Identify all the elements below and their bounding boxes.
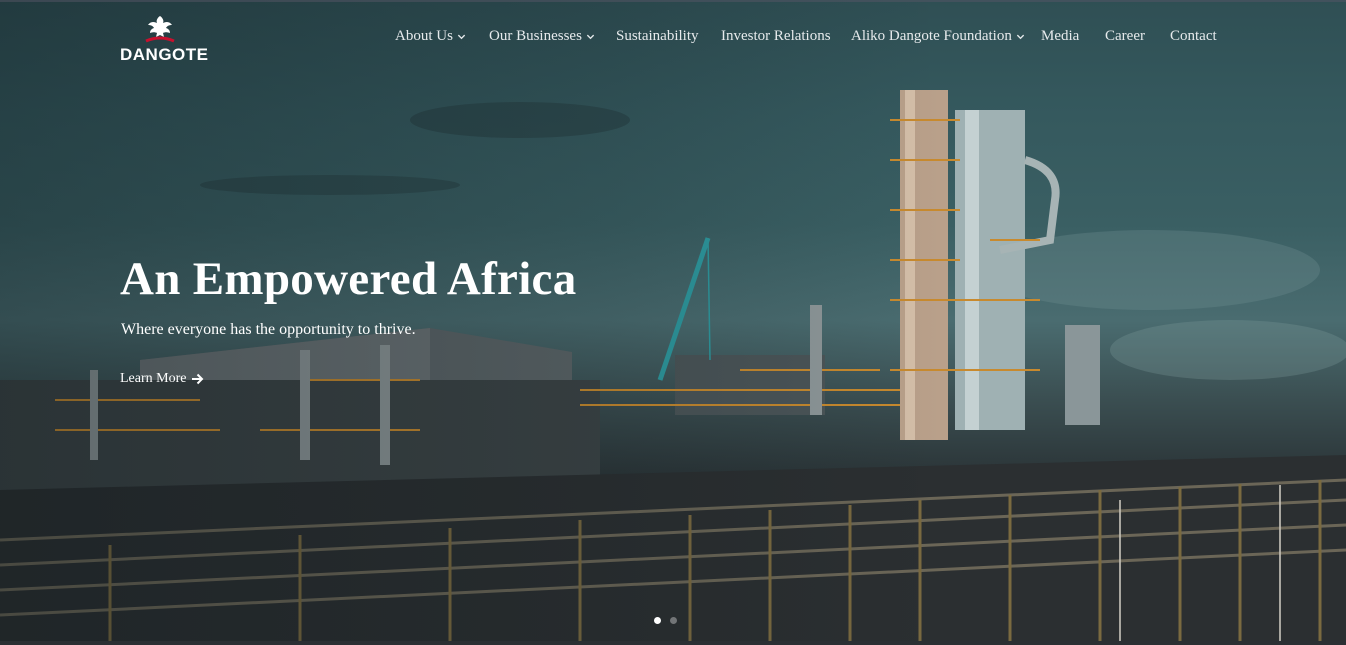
learn-more-label: Learn More [120, 371, 187, 386]
learn-more-link[interactable]: Learn More [120, 371, 204, 387]
nav-item-sustainability[interactable]: Sustainability [616, 28, 699, 45]
hero-subline: Where everyone has the opportunity to th… [121, 321, 416, 338]
slider-pagination [654, 617, 677, 624]
nav-item-media[interactable]: Media [1041, 28, 1079, 45]
chevron-down-icon [457, 34, 466, 40]
main-nav: About Us Our Businesses Sustainability I… [0, 28, 1346, 50]
nav-label: Career [1105, 28, 1145, 44]
bottom-border [0, 641, 1346, 645]
nav-label: Sustainability [616, 28, 699, 44]
chevron-down-icon [1016, 34, 1024, 40]
nav-label: Contact [1170, 28, 1217, 44]
slide-dot[interactable] [670, 617, 677, 624]
hero-banner: DANGOTE About Us Our Businesses Sustaina… [0, 0, 1346, 641]
slide-dot[interactable] [654, 617, 661, 624]
nav-item-about-us[interactable]: About Us [395, 28, 466, 45]
nav-item-contact[interactable]: Contact [1170, 28, 1217, 45]
nav-label: Aliko Dangote Foundation [851, 28, 1012, 44]
arrow-right-icon [192, 373, 204, 385]
hero-headline: An Empowered Africa [120, 253, 577, 305]
nav-label: Our Businesses [489, 28, 582, 44]
chevron-down-icon [586, 34, 595, 40]
nav-item-our-businesses[interactable]: Our Businesses [489, 28, 595, 45]
nav-label: Investor Relations [721, 28, 831, 44]
nav-label: About Us [395, 28, 453, 44]
nav-label: Media [1041, 28, 1080, 44]
nav-item-aliko-dangote-foundation[interactable]: Aliko Dangote Foundation [851, 28, 1025, 45]
top-border [0, 0, 1346, 2]
nav-item-career[interactable]: Career [1105, 28, 1145, 45]
nav-item-investor-relations[interactable]: Investor Relations [721, 28, 831, 45]
